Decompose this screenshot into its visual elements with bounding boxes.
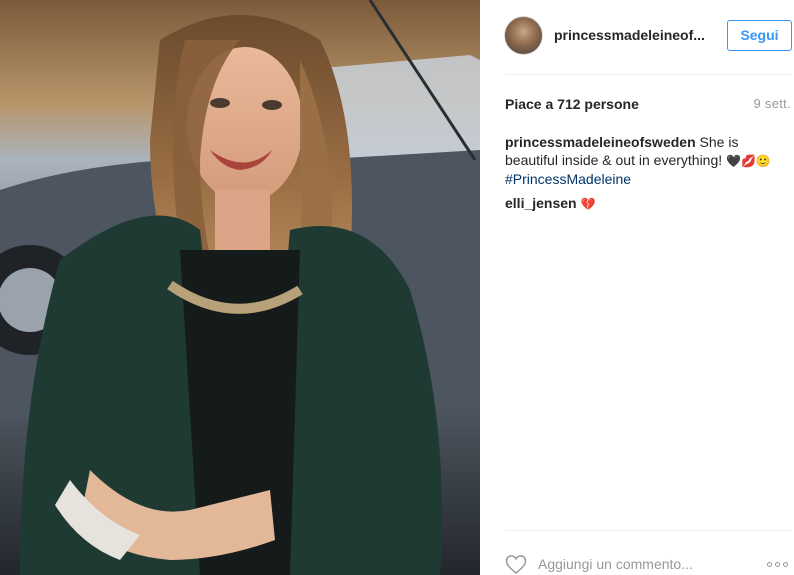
follow-button[interactable]: Segui: [727, 20, 792, 51]
comment-author[interactable]: elli_jensen: [505, 195, 577, 211]
more-dot: [775, 561, 780, 567]
more-dot: [767, 561, 772, 567]
comment-item: elli_jensen 💔: [505, 194, 785, 213]
comment-item: princessmadeleineofsweden She is beautif…: [505, 133, 785, 188]
post-author-username[interactable]: princessmadeleineof...: [554, 27, 709, 43]
header-divider: [505, 74, 792, 75]
footer-divider: [505, 530, 792, 531]
avatar[interactable]: [504, 16, 543, 55]
more-dot: [783, 561, 788, 567]
post-timestamp[interactable]: 9 sett.: [753, 96, 791, 111]
comment-author[interactable]: princessmadeleineofsweden: [505, 134, 696, 150]
comments-list: princessmadeleineofsweden She is beautif…: [505, 133, 785, 219]
post-details-panel: princessmadeleineof... Segui Piace a 712…: [481, 0, 794, 575]
heart-outline-icon[interactable]: [504, 554, 528, 575]
post-photo[interactable]: [0, 0, 480, 575]
comment-emoji: 💔: [580, 197, 596, 211]
comment-input[interactable]: [538, 553, 738, 575]
more-options-icon[interactable]: [767, 560, 791, 568]
likes-count[interactable]: Piace a 712 persone: [505, 96, 639, 112]
post-header: princessmadeleineof... Segui: [481, 0, 794, 74]
comment-hashtag[interactable]: #PrincessMadeleine: [505, 171, 631, 187]
comment-emoji: 🖤💋🙂: [726, 154, 771, 168]
post-photo-illustration: [0, 0, 480, 575]
